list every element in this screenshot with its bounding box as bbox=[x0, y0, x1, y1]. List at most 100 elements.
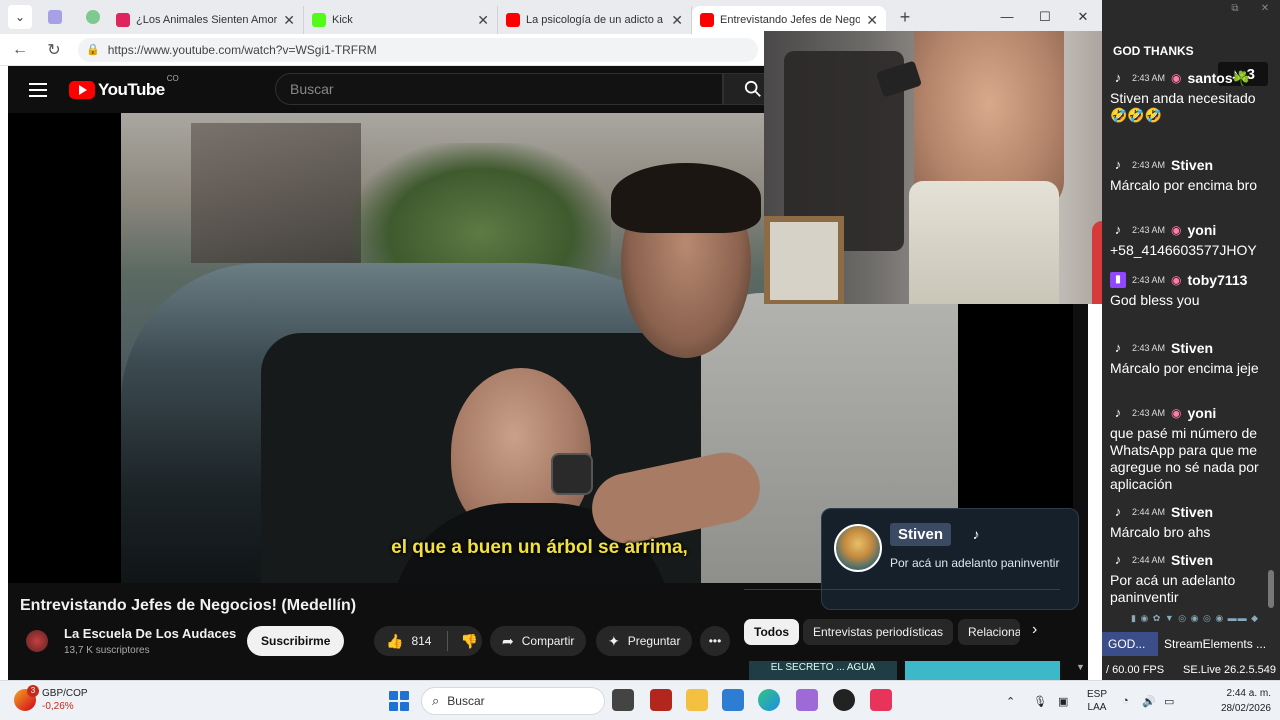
chat-username[interactable]: santos☘️ bbox=[1188, 70, 1251, 87]
chat-username[interactable]: Stiven bbox=[1171, 157, 1213, 173]
tab-psicologia[interactable]: La psicología de un adicto a la m ✕ bbox=[498, 6, 692, 34]
tab-label: Kick bbox=[332, 14, 353, 26]
tab-strip: ⌄ ¿Los Animales Sienten Amor? - Yo ✕ Kic… bbox=[0, 0, 1102, 34]
url-field[interactable]: 🔒 https://www.youtube.com/watch?v=WSgi1-… bbox=[78, 37, 758, 62]
chat-username[interactable]: Stiven bbox=[1171, 340, 1213, 356]
chat-message-meta: ♪ 2:43 AM ◉ yoni bbox=[1110, 220, 1276, 240]
close-tab-icon[interactable]: ✕ bbox=[671, 12, 683, 29]
file-explorer-icon[interactable] bbox=[686, 689, 708, 711]
menu-icon[interactable] bbox=[29, 82, 47, 97]
chat-message: ♪ 2:43 AM Stiven Márcalo por encima jeje bbox=[1110, 338, 1276, 377]
chat-username[interactable]: yoni bbox=[1188, 405, 1217, 421]
dock-tab-god[interactable]: GOD... bbox=[1102, 632, 1158, 656]
thumbs-down-icon[interactable]: 👎 bbox=[460, 633, 477, 650]
scroll-down-icon[interactable]: ▼ bbox=[1076, 662, 1085, 672]
chat-text: Por acá un adelanto paninventir bbox=[1110, 572, 1236, 605]
channel-avatar[interactable] bbox=[26, 630, 48, 652]
tab-kick[interactable]: Kick ✕ bbox=[304, 6, 498, 34]
status-bar: / 60.00 FPS SE.Live 26.2.5.549 bbox=[1102, 660, 1280, 680]
app-icon-red[interactable] bbox=[650, 689, 672, 711]
subscribe-button[interactable]: Suscribirme bbox=[247, 626, 345, 656]
chat-message-meta: ♪ 2:44 AM Stiven bbox=[1110, 550, 1276, 570]
language-indicator[interactable]: ESP LAA bbox=[1087, 688, 1107, 714]
pinned-tab-2[interactable] bbox=[78, 5, 108, 29]
close-window-button[interactable]: ✕ bbox=[1064, 0, 1102, 34]
task-view-icon[interactable] bbox=[612, 689, 634, 711]
tab-animales[interactable]: ¿Los Animales Sienten Amor? - Yo ✕ bbox=[108, 6, 304, 34]
chat-message: ♪ 2:44 AM Stiven Por acá un adelanto paninv… bbox=[1110, 550, 1276, 606]
tray-chevron-icon[interactable]: ⌃ bbox=[1006, 681, 1015, 720]
restore-icon[interactable]: ⧉ bbox=[1220, 0, 1250, 18]
emote-row: ▮ ◉ ✿ ▼ ◎ ◉ ◎ ◉ ▬▬ ◆ bbox=[1131, 613, 1260, 623]
logo-text: YouTube bbox=[98, 79, 165, 99]
ask-label: Preguntar bbox=[627, 634, 681, 648]
close-icon[interactable]: ✕ bbox=[1250, 0, 1280, 18]
store-icon[interactable] bbox=[722, 689, 744, 711]
clock[interactable]: 2:44 a. m. 28/02/2026 bbox=[1197, 686, 1271, 716]
share-tray-icon[interactable]: ▣ bbox=[1058, 681, 1068, 720]
more-actions-button[interactable]: ••• bbox=[700, 626, 730, 656]
edge-icon[interactable] bbox=[758, 689, 780, 711]
search-input[interactable]: Buscar bbox=[275, 73, 723, 105]
lang-top: ESP bbox=[1087, 689, 1108, 700]
chat-username[interactable]: yoni bbox=[1188, 222, 1217, 238]
tab-list-button[interactable]: ⌄ bbox=[8, 5, 32, 29]
battery-icon[interactable]: ▭ bbox=[1164, 681, 1174, 720]
chat-text: que pasé mi número de WhatsApp para que … bbox=[1110, 425, 1259, 492]
tiktok-icon: ♪ bbox=[1114, 552, 1122, 567]
user-badge-icon: ◉ bbox=[1171, 223, 1182, 237]
thumbs-up-icon[interactable]: 👍 bbox=[386, 633, 403, 650]
chat-username[interactable]: Stiven bbox=[1171, 552, 1213, 568]
chat-text: Márcalo por encima bro bbox=[1110, 177, 1258, 193]
chat-username[interactable]: toby7113 bbox=[1188, 272, 1248, 288]
chat-scrollbar[interactable] bbox=[1268, 570, 1274, 608]
close-tab-icon[interactable]: ✕ bbox=[283, 12, 295, 29]
wifi-icon[interactable]: ◔ bbox=[1122, 681, 1129, 720]
tiktok-icon: ♪ bbox=[1114, 70, 1122, 85]
maximize-button[interactable]: ☐ bbox=[1026, 0, 1064, 34]
microphone-icon[interactable]: 🎙 bbox=[1033, 681, 1047, 720]
close-tab-icon[interactable]: ✕ bbox=[477, 12, 489, 29]
volume-icon[interactable]: 🔊 bbox=[1142, 681, 1156, 720]
thumbnail-2[interactable] bbox=[905, 661, 1060, 680]
obs-icon[interactable] bbox=[833, 689, 855, 711]
divider bbox=[744, 589, 1060, 590]
like-count[interactable]: 814 bbox=[411, 634, 431, 648]
dock-tab-streamelements[interactable]: StreamElements ... bbox=[1158, 632, 1276, 656]
clock-time: 2:44 a. m. bbox=[1226, 688, 1271, 699]
youtube-logo[interactable]: YouTube CO bbox=[69, 74, 179, 100]
new-tab-button[interactable]: + bbox=[892, 7, 918, 28]
tiktok-live-icon[interactable] bbox=[870, 689, 892, 711]
close-tab-icon[interactable]: ✕ bbox=[866, 12, 878, 29]
minimize-button[interactable]: — bbox=[988, 0, 1026, 34]
chip-todos[interactable]: Todos bbox=[744, 619, 800, 645]
chat-username[interactable]: Stiven bbox=[1171, 504, 1213, 520]
youtube-icon bbox=[116, 13, 130, 27]
thumbnail-1[interactable]: EL SECRETO ... AGUA bbox=[749, 661, 897, 680]
channel-subscribers: 13,7 K suscriptores bbox=[64, 645, 150, 656]
youtube-icon bbox=[700, 13, 714, 27]
reload-button[interactable]: ↻ bbox=[40, 40, 68, 60]
ask-button[interactable]: ✦ Preguntar bbox=[596, 626, 693, 656]
widgets-button[interactable]: 3 GBP/COP -0,26% bbox=[14, 685, 88, 713]
webcam-overlay bbox=[764, 31, 1112, 304]
pinned-tab-1[interactable] bbox=[40, 5, 70, 29]
channel-name[interactable]: La Escuela De Los Audaces bbox=[64, 626, 236, 641]
more-icon: ••• bbox=[708, 634, 722, 648]
alert-username: Stiven bbox=[890, 523, 952, 546]
streaming-app-icon[interactable] bbox=[796, 689, 818, 711]
youtube-icon bbox=[506, 13, 520, 27]
start-button[interactable] bbox=[389, 691, 409, 711]
search-icon bbox=[744, 80, 761, 97]
taskbar-search[interactable]: ⌕ Buscar bbox=[421, 687, 605, 715]
version-readout: SE.Live 26.2.5.549 bbox=[1183, 664, 1276, 676]
chip-relacionados[interactable]: Relacionados bbox=[958, 619, 1020, 645]
share-button[interactable]: ➦ Compartir bbox=[490, 626, 587, 656]
chevron-right-icon[interactable]: › bbox=[1032, 621, 1037, 639]
back-button[interactable]: ← bbox=[6, 41, 34, 59]
tab-entrevistando[interactable]: Entrevistando Jefes de Negocios! ✕ bbox=[692, 6, 886, 34]
widget-text: GBP/COP -0,26% bbox=[42, 687, 88, 713]
tab-label: Entrevistando Jefes de Negocios! bbox=[720, 14, 861, 26]
chat-text: +58_4146603577JHOY bbox=[1110, 242, 1257, 258]
chip-entrevistas[interactable]: Entrevistas periodísticas bbox=[803, 619, 954, 645]
